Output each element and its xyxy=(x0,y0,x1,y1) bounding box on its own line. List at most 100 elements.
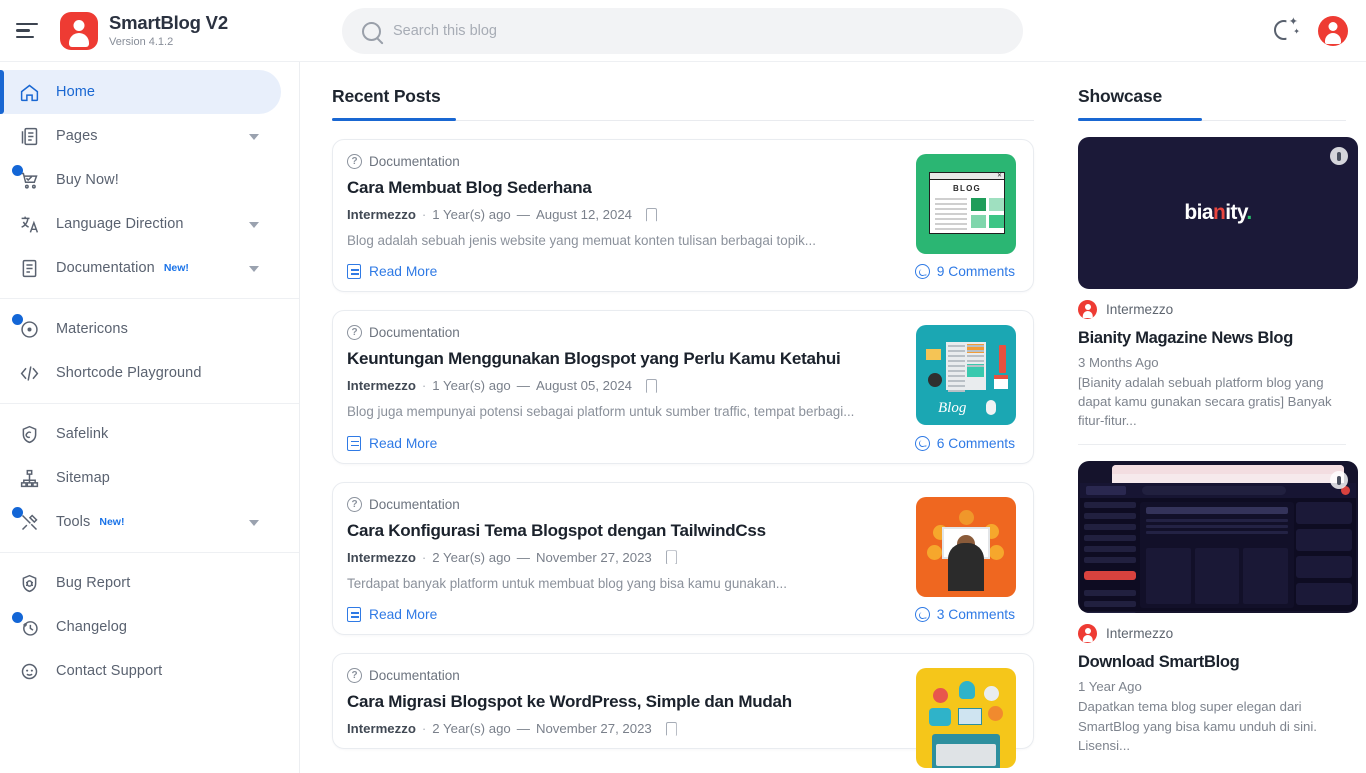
sitemap-icon xyxy=(16,465,42,491)
post-title[interactable]: Cara Konfigurasi Tema Blogspot dengan Ta… xyxy=(347,521,1015,541)
post-meta: Intermezzo · 2 Year(s) ago — November 27… xyxy=(347,550,1015,565)
post-category: ? Documentation xyxy=(347,668,1015,684)
sidebar-item-pages[interactable]: Pages xyxy=(0,114,281,158)
help-circle-icon: ? xyxy=(347,325,362,341)
search-bar[interactable] xyxy=(342,8,1023,54)
sidebar-item-label: Safelink xyxy=(56,426,109,442)
app-header: SmartBlog V2 Version 4.1.2 ✦✦ xyxy=(0,0,1366,62)
cart-icon xyxy=(12,165,42,193)
comments-link[interactable]: 9 Comments xyxy=(914,264,1015,280)
post-age: 2 Year(s) ago xyxy=(432,721,511,737)
sidebar-item-label: Changelog xyxy=(56,619,128,635)
post-category-label: Documentation xyxy=(369,496,460,512)
chevron-down-icon[interactable] xyxy=(249,134,259,140)
code-icon xyxy=(16,360,42,386)
sidebar-item-label: Bug Report xyxy=(56,575,131,591)
help-circle-icon: ? xyxy=(347,496,362,512)
post-card[interactable]: ? Documentation Cara Konfigurasi Tema Bl… xyxy=(332,481,1034,636)
comment-icon xyxy=(914,264,930,280)
sidebar-item-changelog[interactable]: Changelog xyxy=(0,605,281,649)
read-more-link[interactable]: Read More xyxy=(347,264,437,280)
sidebar-item-label: Home xyxy=(56,84,96,100)
sidebar-item-tools[interactable]: Tools New! xyxy=(0,500,281,544)
help-circle-icon: ? xyxy=(347,154,362,169)
sidebar-item-label: Shortcode Playground xyxy=(56,365,202,381)
post-age: 1 Year(s) ago xyxy=(432,378,511,394)
showcase-title: Showcase xyxy=(1078,86,1162,106)
chevron-down-icon[interactable] xyxy=(249,520,259,526)
comments-link[interactable]: 6 Comments xyxy=(914,435,1015,451)
shield-link-icon xyxy=(16,421,42,447)
bookmark-icon[interactable] xyxy=(665,721,677,736)
sidebar-item-home[interactable]: Home xyxy=(0,70,281,114)
post-title[interactable]: Cara Migrasi Blogspot ke WordPress, Simp… xyxy=(347,692,1015,712)
brand[interactable]: SmartBlog V2 Version 4.1.2 xyxy=(60,11,228,50)
sidebar: Home Pages Buy Now! Language Direction D… xyxy=(0,62,300,773)
sidebar-item-sitemap[interactable]: Sitemap xyxy=(0,456,281,500)
post-age: 1 Year(s) ago xyxy=(432,207,511,222)
hamburger-icon[interactable] xyxy=(16,20,42,42)
bug-shield-icon xyxy=(16,570,42,596)
sidebar-item-label: Tools xyxy=(56,514,91,530)
showcase-author: Intermezzo xyxy=(1078,624,1346,644)
search-input[interactable] xyxy=(393,23,953,39)
sidebar-item-bug-report[interactable]: Bug Report xyxy=(0,561,281,605)
sidebar-item-matericons[interactable]: Matericons xyxy=(0,307,281,351)
support-face-icon xyxy=(16,658,42,684)
post-title[interactable]: Cara Membuat Blog Sederhana xyxy=(347,178,1015,198)
bookmark-icon[interactable] xyxy=(665,550,677,565)
comment-icon xyxy=(914,607,930,623)
meta-separator: · xyxy=(421,549,427,565)
post-card[interactable]: ? Documentation Keuntungan Menggunakan B… xyxy=(332,310,1034,464)
main-content: Recent Posts ? Documentation Cara Membua… xyxy=(300,62,1060,773)
showcase-cover[interactable]: bianity. xyxy=(1078,137,1358,289)
chevron-down-icon[interactable] xyxy=(249,222,259,228)
meta-dash: — xyxy=(516,207,530,222)
read-more-link[interactable]: Read More xyxy=(347,435,437,451)
moon-icon[interactable]: ✦ ✦ xyxy=(1272,17,1300,45)
comments-link[interactable]: 3 Comments xyxy=(914,607,1015,623)
showcase-item-title[interactable]: Bianity Magazine News Blog xyxy=(1078,329,1346,348)
sidebar-item-language-direction[interactable]: Language Direction xyxy=(0,202,281,246)
showcase-item-title[interactable]: Download SmartBlog xyxy=(1078,653,1346,672)
info-badge-icon xyxy=(1330,147,1348,165)
badge-new: New! xyxy=(99,516,125,528)
page-title: Recent Posts xyxy=(332,86,441,106)
showcase-item-description: [Bianity adalah sebuah platform blog yan… xyxy=(1078,375,1332,429)
sidebar-item-safelink[interactable]: Safelink xyxy=(0,412,281,456)
showcase-author-name: Intermezzo xyxy=(1106,626,1174,642)
sidebar-item-label: Matericons xyxy=(56,321,128,337)
read-more-icon xyxy=(347,607,361,623)
showcase-item[interactable]: Intermezzo Download SmartBlog 1 Year Ago… xyxy=(1078,461,1358,754)
avatar xyxy=(1078,300,1097,319)
post-thumbnail xyxy=(916,496,1016,597)
post-category-label: Documentation xyxy=(369,154,460,169)
chevron-down-icon[interactable] xyxy=(249,266,259,272)
bookmark-icon[interactable] xyxy=(646,378,657,393)
sidebar-item-documentation[interactable]: Documentation New! xyxy=(0,246,281,290)
read-more-link[interactable]: Read More xyxy=(347,607,438,623)
post-title[interactable]: Keuntungan Menggunakan Blogspot yang Per… xyxy=(347,349,1015,369)
post-excerpt: Terdapat banyak platform untuk membuat b… xyxy=(347,575,787,591)
help-circle-icon: ? xyxy=(347,668,362,684)
sidebar-item-shortcode-playground[interactable]: Shortcode Playground xyxy=(0,351,281,395)
bookmark-icon[interactable] xyxy=(646,207,657,222)
bianity-logo: bianity. xyxy=(1184,201,1252,224)
sidebar-group-4: Bug Report Changelog Contact Support xyxy=(0,552,299,701)
sidebar-item-buy-now[interactable]: Buy Now! xyxy=(0,158,281,202)
showcase-cover[interactable] xyxy=(1078,461,1358,614)
sidebar-item-contact-support[interactable]: Contact Support xyxy=(0,649,281,693)
home-icon xyxy=(16,79,42,105)
read-more-icon xyxy=(347,435,361,451)
post-card[interactable]: ? Documentation Cara Membuat Blog Sederh… xyxy=(332,139,1034,293)
post-date: August 05, 2024 xyxy=(535,378,632,394)
post-meta: Intermezzo · 2 Year(s) ago — November 27… xyxy=(347,721,1015,736)
post-card[interactable]: ? Documentation Cara Migrasi Blogspot ke… xyxy=(332,653,1034,769)
account-avatar-icon[interactable] xyxy=(1318,16,1348,46)
read-more-label: Read More xyxy=(369,607,438,623)
showcase-item[interactable]: bianity. Intermezzo Bianity Magazine New… xyxy=(1078,137,1358,446)
post-category-label: Documentation xyxy=(369,668,460,684)
post-category: ? Documentation xyxy=(347,154,1015,169)
post-category: ? Documentation xyxy=(347,325,1015,341)
section-underline xyxy=(332,118,1034,121)
